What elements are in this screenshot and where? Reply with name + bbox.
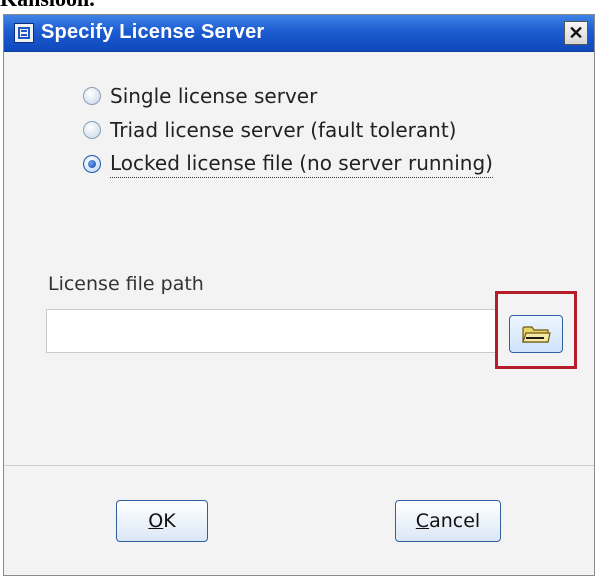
cancel-label-rest: ancel [429, 510, 481, 532]
radio-single-license-server[interactable]: Single license server [83, 79, 493, 113]
ok-button[interactable]: OK [116, 500, 208, 542]
ok-mnemonic: O [148, 510, 164, 532]
radio-button-triad[interactable] [83, 121, 101, 139]
dialog-title: Specify License Server [41, 21, 265, 43]
radio-button-single[interactable] [83, 87, 101, 105]
radio-locked-license-file[interactable]: Locked license file (no server running) [83, 147, 493, 181]
license-file-path-input[interactable] [46, 309, 498, 353]
radio-triad-license-server[interactable]: Triad license server (fault tolerant) [83, 113, 493, 147]
title-bar[interactable]: Specify License Server ✕ [4, 15, 594, 52]
license-file-path-label: License file path [48, 273, 204, 295]
close-icon: ✕ [568, 22, 584, 43]
radio-label-single: Single license server [110, 84, 318, 108]
cancel-button[interactable]: Cancel [395, 500, 501, 542]
ok-label-rest: K [163, 510, 176, 532]
folder-icon [522, 326, 551, 343]
radio-label-locked: Locked license file (no server running) [110, 151, 493, 178]
cancel-mnemonic: C [415, 510, 430, 532]
footer-divider [4, 465, 594, 466]
radio-button-locked[interactable] [83, 155, 101, 173]
specify-license-server-dialog: Specify License Server ✕ Single license … [3, 14, 595, 576]
radio-label-triad: Triad license server (fault tolerant) [110, 118, 457, 142]
cropped-page-text: Kansiooli. [0, 0, 220, 14]
application-icon [14, 23, 34, 43]
close-button[interactable]: ✕ [564, 21, 588, 45]
server-type-radio-group: Single license server Triad license serv… [83, 79, 493, 181]
browse-button[interactable] [509, 315, 563, 353]
